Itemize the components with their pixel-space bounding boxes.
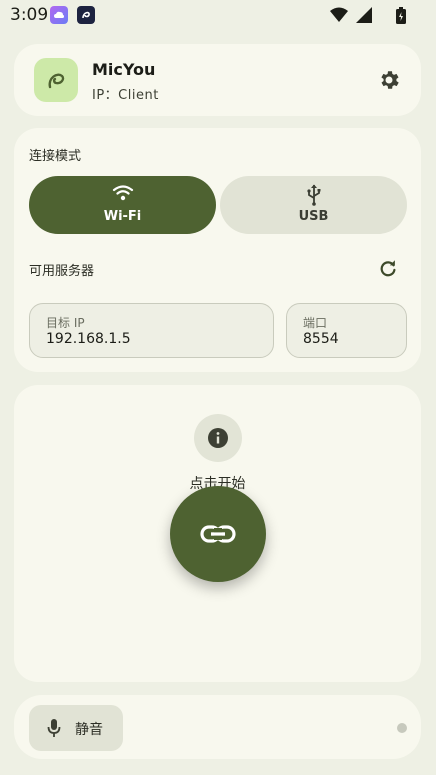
- target-ip-label: 目标 IP: [46, 316, 85, 330]
- link-icon: [200, 525, 236, 543]
- gear-icon: [381, 71, 399, 89]
- battery-icon: [396, 7, 406, 24]
- refresh-servers-button[interactable]: [377, 258, 399, 280]
- microphone-icon: [47, 719, 61, 737]
- refresh-icon: [380, 260, 396, 277]
- status-bar: 3:09: [0, 0, 436, 32]
- mode-usb-button[interactable]: USB: [220, 176, 407, 234]
- mode-wifi-button[interactable]: Wi-Fi: [29, 176, 216, 234]
- app-logo-icon: [34, 58, 78, 102]
- info-indicator: [194, 414, 242, 462]
- mode-usb-label: USB: [298, 209, 329, 224]
- target-ip-value: 192.168.1.5: [46, 331, 131, 347]
- cloud-app-notification-icon: [50, 6, 68, 24]
- port-value: 8554: [303, 331, 339, 347]
- audio-level-indicator: [397, 723, 407, 733]
- app-title: MicYou: [92, 60, 156, 79]
- connection-card: 连接模式 Wi-Fi USB 可用服务器 目标 IP 192.168.1.5 端…: [14, 128, 421, 372]
- port-label: 端口: [303, 316, 328, 330]
- mute-button[interactable]: 静音: [29, 705, 123, 751]
- mode-wifi-label: Wi-Fi: [103, 209, 142, 224]
- connect-button[interactable]: [170, 486, 266, 582]
- target-ip-field[interactable]: 目标 IP 192.168.1.5: [29, 303, 274, 358]
- info-icon: [208, 428, 228, 448]
- status-time: 3:09: [10, 5, 49, 25]
- mute-label: 静音: [75, 722, 103, 738]
- settings-button[interactable]: [377, 68, 401, 92]
- main-status-card: 点击开始: [14, 385, 421, 682]
- cell-signal-icon: [356, 7, 372, 23]
- connection-mode-label: 连接模式: [29, 149, 82, 164]
- micyou-notification-icon: [77, 6, 95, 24]
- usb-icon: [306, 184, 320, 206]
- wifi-signal-icon: [330, 7, 348, 22]
- port-field[interactable]: 端口 8554: [286, 303, 407, 358]
- available-servers-label: 可用服务器: [29, 264, 95, 279]
- app-header-card: MicYou IP：Client: [14, 44, 421, 116]
- bottom-control-bar: 静音: [14, 695, 421, 759]
- connection-subtitle: IP：Client: [92, 88, 159, 103]
- wifi-icon: [112, 185, 133, 201]
